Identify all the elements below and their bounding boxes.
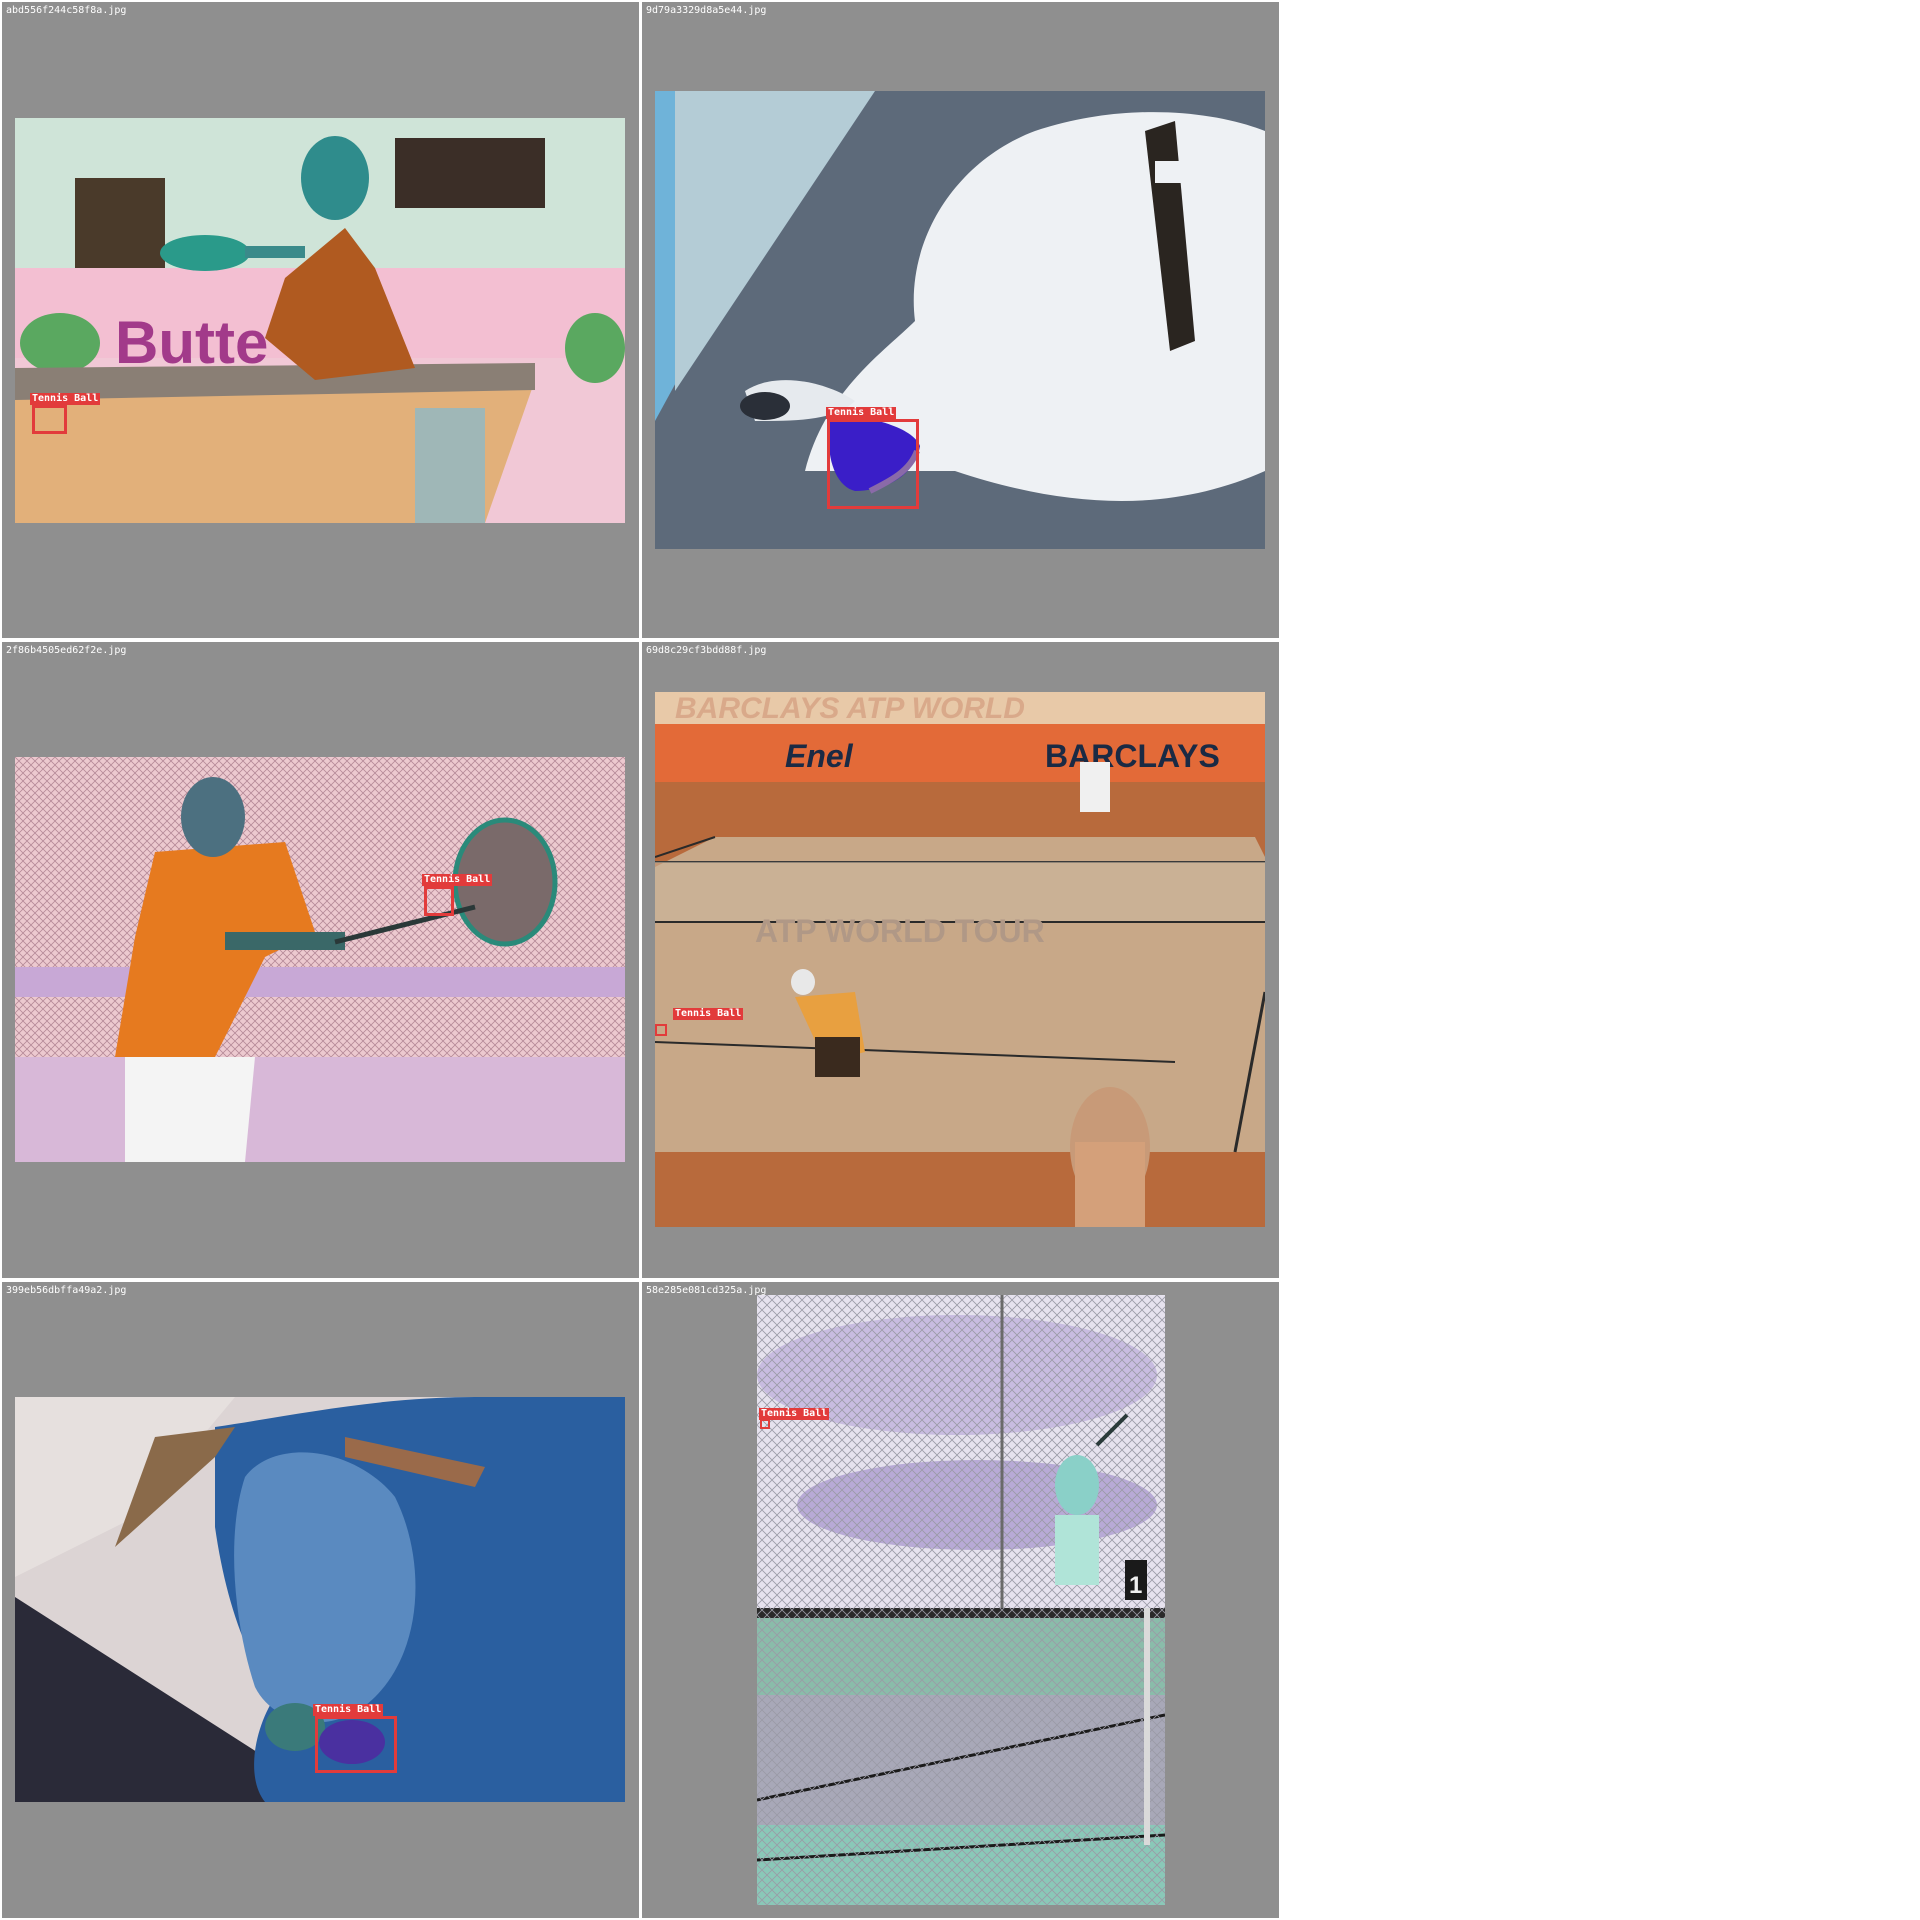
filename-label: 399eb56dbffa49a2.jpg xyxy=(6,1285,127,1296)
detection-box[interactable] xyxy=(655,1024,667,1036)
detection-label: Tennis Ball xyxy=(826,407,897,419)
photo: 1 xyxy=(757,1295,1165,1905)
svg-text:BARCLAYS ATP WORLD: BARCLAYS ATP WORLD xyxy=(675,692,1025,725)
detection-box[interactable] xyxy=(760,1419,770,1429)
image-tile[interactable]: 2f86b4505ed62f2e.jpg Tennis Ball xyxy=(2,642,639,1278)
detection-label: Tennis Ball xyxy=(759,1408,830,1420)
detection-box[interactable] xyxy=(424,886,454,916)
photo: BARCLAYS ATP WORLD Enel BARCLAYS ATP WOR… xyxy=(655,692,1265,1227)
image-tile[interactable]: 399eb56dbffa49a2.jpg Tennis Ball xyxy=(2,1282,639,1918)
svg-text:1: 1 xyxy=(1129,1572,1142,1599)
svg-text:BARCLAYS: BARCLAYS xyxy=(1045,738,1220,774)
svg-text:Enel: Enel xyxy=(785,738,854,774)
image-tile[interactable]: 69d8c29cf3bdd88f.jpg BARCLAYS ATP WORLD … xyxy=(642,642,1279,1278)
photo: Butte xyxy=(15,118,625,523)
image-grid: abd556f244c58f8a.jpg Butte Tennis Ball 9… xyxy=(0,0,1280,1920)
svg-text:ATP WORLD TOUR: ATP WORLD TOUR xyxy=(755,913,1045,949)
detection-box[interactable] xyxy=(827,419,919,509)
filename-label: abd556f244c58f8a.jpg xyxy=(6,5,127,16)
filename-label: 58e285e081cd325a.jpg xyxy=(646,1285,767,1296)
image-tile[interactable]: abd556f244c58f8a.jpg Butte Tennis Ball xyxy=(2,2,639,638)
detection-label: Tennis Ball xyxy=(313,1704,384,1716)
detection-label: Tennis Ball xyxy=(422,874,493,886)
photo xyxy=(655,91,1265,549)
filename-label: 2f86b4505ed62f2e.jpg xyxy=(6,645,127,656)
photo xyxy=(15,757,625,1162)
image-tile[interactable]: 9d79a3329d8a5e44.jpg Tennis Ball xyxy=(642,2,1279,638)
filename-label: 9d79a3329d8a5e44.jpg xyxy=(646,5,767,16)
filename-label: 69d8c29cf3bdd88f.jpg xyxy=(646,645,767,656)
detection-label: Tennis Ball xyxy=(30,393,101,405)
detection-box[interactable] xyxy=(32,405,67,434)
detection-box[interactable] xyxy=(315,1716,397,1773)
image-tile[interactable]: 58e285e081cd325a.jpg 1 Tennis Ball xyxy=(642,1282,1279,1918)
empty-canvas-area xyxy=(1280,0,1920,1920)
detection-label: Tennis Ball xyxy=(673,1008,744,1020)
